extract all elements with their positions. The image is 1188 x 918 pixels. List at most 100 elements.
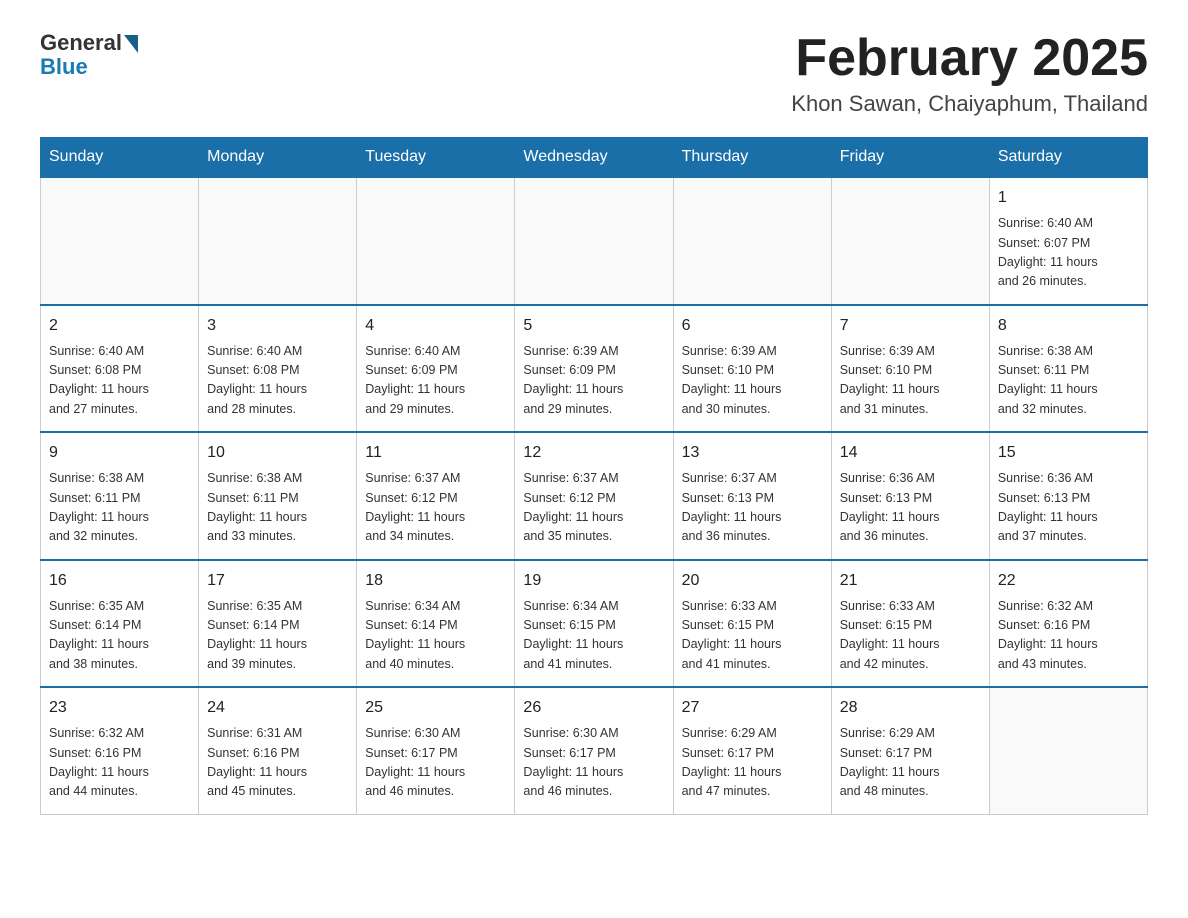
calendar-cell: 4 Sunrise: 6:40 AM Sunset: 6:09 PM Daylig… — [357, 305, 515, 433]
day-number: 27 — [682, 696, 823, 720]
day-info: Sunrise: 6:38 AM Sunset: 6:11 PM Dayligh… — [49, 469, 190, 547]
calendar-cell: 25 Sunrise: 6:30 AM Sunset: 6:17 PM Dayli… — [357, 687, 515, 814]
day-info: Sunrise: 6:29 AM Sunset: 6:17 PM Dayligh… — [840, 724, 981, 802]
day-number: 21 — [840, 569, 981, 593]
calendar-cell: 6 Sunrise: 6:39 AM Sunset: 6:10 PM Daylig… — [673, 305, 831, 433]
day-number: 2 — [49, 314, 190, 338]
day-info: Sunrise: 6:33 AM Sunset: 6:15 PM Dayligh… — [682, 597, 823, 675]
day-info: Sunrise: 6:37 AM Sunset: 6:13 PM Dayligh… — [682, 469, 823, 547]
day-number: 4 — [365, 314, 506, 338]
weekday-header-friday: Friday — [831, 138, 989, 178]
day-info: Sunrise: 6:40 AM Sunset: 6:09 PM Dayligh… — [365, 342, 506, 420]
day-number: 23 — [49, 696, 190, 720]
calendar-table: SundayMondayTuesdayWednesdayThursdayFrid… — [40, 137, 1148, 815]
calendar-cell: 18 Sunrise: 6:34 AM Sunset: 6:14 PM Dayli… — [357, 560, 515, 688]
calendar-cell: 21 Sunrise: 6:33 AM Sunset: 6:15 PM Dayli… — [831, 560, 989, 688]
weekday-header-thursday: Thursday — [673, 138, 831, 178]
location-title: Khon Sawan, Chaiyaphum, Thailand — [791, 91, 1148, 117]
day-number: 11 — [365, 441, 506, 465]
day-number: 10 — [207, 441, 348, 465]
day-number: 7 — [840, 314, 981, 338]
calendar-cell: 16 Sunrise: 6:35 AM Sunset: 6:14 PM Dayli… — [41, 560, 199, 688]
logo: General Blue — [40, 30, 138, 80]
day-number: 26 — [523, 696, 664, 720]
day-info: Sunrise: 6:39 AM Sunset: 6:09 PM Dayligh… — [523, 342, 664, 420]
calendar-week-1: 1 Sunrise: 6:40 AM Sunset: 6:07 PM Daylig… — [41, 177, 1148, 305]
calendar-week-3: 9Sunrise: 6:38 AM Sunset: 6:11 PM Daylig… — [41, 432, 1148, 560]
calendar-cell: 2 Sunrise: 6:40 AM Sunset: 6:08 PM Daylig… — [41, 305, 199, 433]
day-number: 13 — [682, 441, 823, 465]
day-info: Sunrise: 6:36 AM Sunset: 6:13 PM Dayligh… — [998, 469, 1139, 547]
page-header: General Blue February 2025 Khon Sawan, C… — [40, 30, 1148, 117]
calendar-cell: 20 Sunrise: 6:33 AM Sunset: 6:15 PM Dayli… — [673, 560, 831, 688]
calendar-cell: 28 Sunrise: 6:29 AM Sunset: 6:17 PM Dayli… — [831, 687, 989, 814]
weekday-header-monday: Monday — [199, 138, 357, 178]
title-block: February 2025 Khon Sawan, Chaiyaphum, Th… — [791, 30, 1148, 117]
day-info: Sunrise: 6:36 AM Sunset: 6:13 PM Dayligh… — [840, 469, 981, 547]
day-info: Sunrise: 6:38 AM Sunset: 6:11 PM Dayligh… — [207, 469, 348, 547]
weekday-header-saturday: Saturday — [989, 138, 1147, 178]
day-number: 19 — [523, 569, 664, 593]
day-number: 16 — [49, 569, 190, 593]
day-info: Sunrise: 6:32 AM Sunset: 6:16 PM Dayligh… — [998, 597, 1139, 675]
day-info: Sunrise: 6:33 AM Sunset: 6:15 PM Dayligh… — [840, 597, 981, 675]
calendar-week-2: 2 Sunrise: 6:40 AM Sunset: 6:08 PM Daylig… — [41, 305, 1148, 433]
day-number: 3 — [207, 314, 348, 338]
calendar-cell: 7Sunrise: 6:39 AM Sunset: 6:10 PM Daylig… — [831, 305, 989, 433]
day-number: 20 — [682, 569, 823, 593]
month-title: February 2025 — [791, 30, 1148, 87]
day-number: 18 — [365, 569, 506, 593]
day-number: 1 — [998, 186, 1139, 210]
weekday-header-sunday: Sunday — [41, 138, 199, 178]
day-number: 25 — [365, 696, 506, 720]
calendar-header-row: SundayMondayTuesdayWednesdayThursdayFrid… — [41, 138, 1148, 178]
day-info: Sunrise: 6:35 AM Sunset: 6:14 PM Dayligh… — [207, 597, 348, 675]
calendar-cell: 8 Sunrise: 6:38 AM Sunset: 6:11 PM Daylig… — [989, 305, 1147, 433]
calendar-cell: 23 Sunrise: 6:32 AM Sunset: 6:16 PM Dayli… — [41, 687, 199, 814]
calendar-cell — [831, 177, 989, 305]
calendar-cell: 14 Sunrise: 6:36 AM Sunset: 6:13 PM Dayli… — [831, 432, 989, 560]
calendar-cell: 3Sunrise: 6:40 AM Sunset: 6:08 PM Daylig… — [199, 305, 357, 433]
day-info: Sunrise: 6:30 AM Sunset: 6:17 PM Dayligh… — [365, 724, 506, 802]
day-number: 17 — [207, 569, 348, 593]
calendar-cell: 10 Sunrise: 6:38 AM Sunset: 6:11 PM Dayli… — [199, 432, 357, 560]
calendar-cell: 5Sunrise: 6:39 AM Sunset: 6:09 PM Daylig… — [515, 305, 673, 433]
logo-arrow-icon — [124, 35, 138, 53]
logo-general-text: General — [40, 30, 122, 56]
calendar-cell — [199, 177, 357, 305]
day-info: Sunrise: 6:40 AM Sunset: 6:07 PM Dayligh… — [998, 214, 1139, 292]
day-number: 24 — [207, 696, 348, 720]
calendar-cell: 12 Sunrise: 6:37 AM Sunset: 6:12 PM Dayli… — [515, 432, 673, 560]
logo-blue-text: Blue — [40, 54, 88, 80]
calendar-cell — [357, 177, 515, 305]
day-info: Sunrise: 6:35 AM Sunset: 6:14 PM Dayligh… — [49, 597, 190, 675]
day-number: 28 — [840, 696, 981, 720]
day-number: 12 — [523, 441, 664, 465]
calendar-cell: 15 Sunrise: 6:36 AM Sunset: 6:13 PM Dayli… — [989, 432, 1147, 560]
calendar-cell: 26 Sunrise: 6:30 AM Sunset: 6:17 PM Dayli… — [515, 687, 673, 814]
calendar-cell: 27Sunrise: 6:29 AM Sunset: 6:17 PM Dayli… — [673, 687, 831, 814]
day-info: Sunrise: 6:30 AM Sunset: 6:17 PM Dayligh… — [523, 724, 664, 802]
day-number: 22 — [998, 569, 1139, 593]
calendar-cell — [515, 177, 673, 305]
day-number: 15 — [998, 441, 1139, 465]
day-info: Sunrise: 6:34 AM Sunset: 6:15 PM Dayligh… — [523, 597, 664, 675]
calendar-cell: 13 Sunrise: 6:37 AM Sunset: 6:13 PM Dayli… — [673, 432, 831, 560]
day-number: 8 — [998, 314, 1139, 338]
day-info: Sunrise: 6:40 AM Sunset: 6:08 PM Dayligh… — [49, 342, 190, 420]
day-info: Sunrise: 6:34 AM Sunset: 6:14 PM Dayligh… — [365, 597, 506, 675]
day-info: Sunrise: 6:38 AM Sunset: 6:11 PM Dayligh… — [998, 342, 1139, 420]
day-info: Sunrise: 6:39 AM Sunset: 6:10 PM Dayligh… — [682, 342, 823, 420]
calendar-cell: 11 Sunrise: 6:37 AM Sunset: 6:12 PM Dayli… — [357, 432, 515, 560]
calendar-cell — [41, 177, 199, 305]
calendar-week-5: 23 Sunrise: 6:32 AM Sunset: 6:16 PM Dayli… — [41, 687, 1148, 814]
day-number: 14 — [840, 441, 981, 465]
day-info: Sunrise: 6:31 AM Sunset: 6:16 PM Dayligh… — [207, 724, 348, 802]
day-number: 6 — [682, 314, 823, 338]
calendar-cell: 22 Sunrise: 6:32 AM Sunset: 6:16 PM Dayli… — [989, 560, 1147, 688]
day-info: Sunrise: 6:32 AM Sunset: 6:16 PM Dayligh… — [49, 724, 190, 802]
calendar-cell — [989, 687, 1147, 814]
day-info: Sunrise: 6:37 AM Sunset: 6:12 PM Dayligh… — [523, 469, 664, 547]
weekday-header-wednesday: Wednesday — [515, 138, 673, 178]
day-info: Sunrise: 6:37 AM Sunset: 6:12 PM Dayligh… — [365, 469, 506, 547]
